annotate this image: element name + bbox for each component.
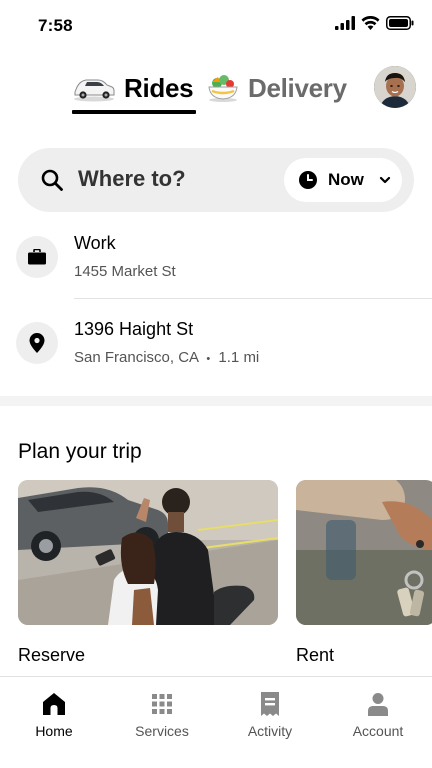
nav-account-label: Account bbox=[352, 723, 404, 739]
chevron-down-icon bbox=[379, 176, 390, 184]
wifi-icon bbox=[361, 16, 380, 30]
nav-activity-label: Activity bbox=[247, 723, 293, 739]
schedule-time-label: Now bbox=[328, 170, 364, 189]
bottom-nav: Home Services Activity Account bbox=[0, 676, 432, 768]
tab-delivery-label: Delivery bbox=[248, 72, 347, 103]
rent-photo bbox=[296, 480, 432, 625]
search-icon bbox=[41, 169, 63, 191]
clock-icon bbox=[299, 171, 317, 189]
place-address: San Francisco, CA • 1.1 mi bbox=[74, 349, 259, 366]
rent-card[interactable] bbox=[296, 480, 432, 625]
profile-photo bbox=[374, 66, 416, 108]
saved-place-haight[interactable]: 1396 Haight St San Francisco, CA • 1.1 m… bbox=[0, 302, 432, 390]
place-title: 1396 Haight St bbox=[74, 319, 194, 339]
nav-services[interactable]: Services bbox=[108, 691, 216, 747]
section-separator bbox=[0, 396, 432, 406]
nav-account[interactable]: Account bbox=[324, 691, 432, 747]
food-bowl-icon bbox=[208, 75, 238, 102]
active-tab-indicator bbox=[72, 110, 196, 114]
nav-home[interactable]: Home bbox=[0, 691, 108, 747]
reserve-card[interactable] bbox=[18, 480, 278, 625]
nav-activity[interactable]: Activity bbox=[216, 691, 324, 747]
location-pin-icon bbox=[29, 333, 45, 353]
nav-home-label: Home bbox=[35, 723, 73, 739]
rent-label: Rent bbox=[296, 645, 335, 665]
place-icon-circle bbox=[16, 322, 58, 364]
car-icon bbox=[74, 79, 115, 102]
status-time: 7:58 bbox=[38, 16, 73, 35]
place-icon-circle bbox=[16, 236, 58, 278]
separator-dot: • bbox=[206, 353, 211, 365]
reserve-label: Reserve bbox=[18, 645, 86, 665]
place-city: San Francisco, CA bbox=[74, 349, 199, 366]
saved-place-work[interactable]: Work 1455 Market St bbox=[0, 216, 432, 304]
receipt-icon bbox=[261, 692, 279, 716]
destination-search[interactable]: Where to? Now bbox=[18, 148, 414, 212]
status-icons bbox=[335, 16, 414, 30]
section-title: Plan your trip bbox=[18, 440, 142, 463]
reserve-photo bbox=[18, 480, 278, 625]
search-input[interactable]: Where to? bbox=[78, 166, 186, 192]
briefcase-icon bbox=[28, 249, 46, 265]
person-icon bbox=[368, 693, 388, 716]
tab-delivery[interactable]: Delivery bbox=[206, 62, 347, 114]
schedule-time-dropdown[interactable]: Now bbox=[284, 158, 402, 202]
avatar[interactable] bbox=[374, 66, 416, 108]
grid-icon bbox=[152, 694, 172, 714]
battery-icon bbox=[386, 16, 414, 30]
place-address: 1455 Market St bbox=[74, 263, 176, 280]
place-title: Work bbox=[74, 233, 116, 253]
place-distance: 1.1 mi bbox=[218, 349, 260, 366]
tab-rides[interactable]: Rides bbox=[72, 62, 194, 114]
service-tabs: Rides Delivery bbox=[0, 62, 432, 118]
status-bar: 7:58 bbox=[0, 0, 432, 52]
tab-rides-label: Rides bbox=[124, 72, 194, 103]
nav-services-label: Services bbox=[135, 723, 189, 739]
divider bbox=[74, 298, 432, 299]
signal-icon bbox=[335, 16, 355, 30]
home-icon bbox=[43, 693, 65, 715]
